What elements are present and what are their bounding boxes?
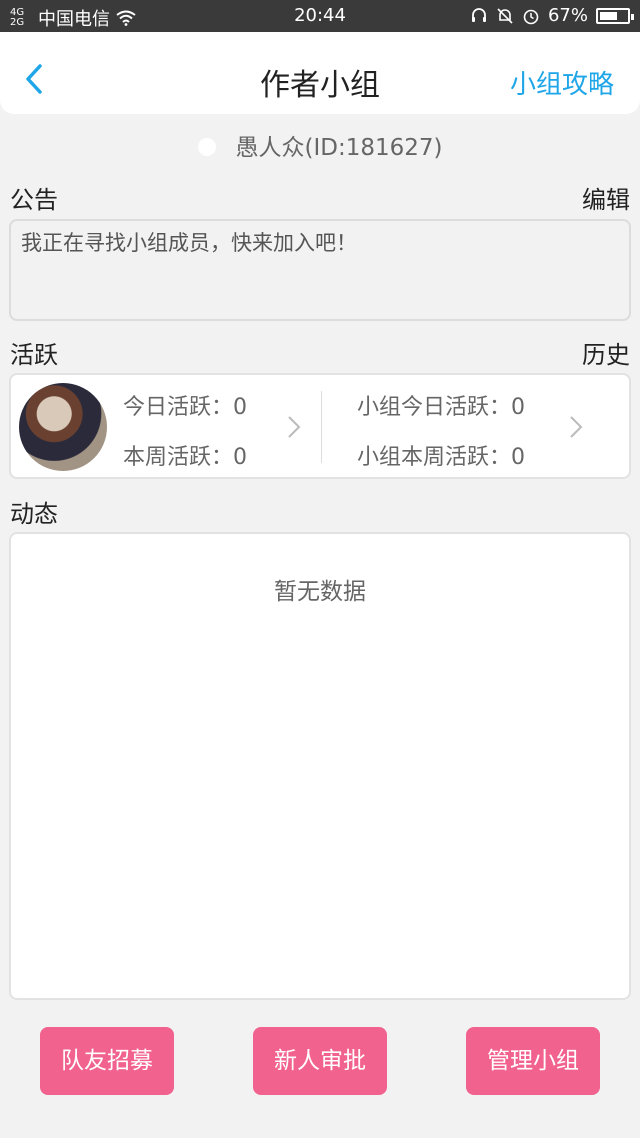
group-guide-link[interactable]: 小组攻略	[510, 64, 614, 101]
owner-name: 愚人众(ID:181627)	[235, 135, 443, 161]
notice-text: 我正在寻找小组成员，快来加入吧！	[9, 219, 631, 321]
history-button[interactable]: 历史	[582, 335, 630, 370]
activity-label: 活跃	[10, 341, 58, 369]
today-activity: 今日活跃：0	[123, 395, 247, 420]
chevron-right-icon[interactable]	[569, 415, 583, 439]
avatar	[19, 383, 107, 471]
divider	[321, 391, 322, 463]
empty-state-text: 暂无数据	[274, 579, 366, 605]
group-owner: 愚人众(ID:181627)	[0, 128, 640, 162]
battery-percent: 67%	[547, 5, 588, 26]
feed-label: 动态	[10, 500, 58, 528]
group-icon	[197, 137, 216, 156]
alarm-icon	[523, 9, 539, 24]
battery-level	[600, 11, 618, 20]
notice-label: 公告	[10, 186, 58, 214]
nav-header: 作者小组 小组攻略	[0, 32, 640, 114]
edit-notice-button[interactable]: 编辑	[582, 180, 630, 215]
week-activity: 本周活跃：0	[123, 445, 247, 470]
chevron-right-icon[interactable]	[287, 415, 301, 439]
approve-button[interactable]: 新人审批	[253, 1027, 387, 1095]
battery-icon	[596, 7, 634, 24]
mute-bell-icon	[497, 7, 513, 24]
recruit-button[interactable]: 队友招募	[40, 1027, 174, 1095]
group-week-activity: 小组本周活跃：0	[357, 445, 525, 470]
status-bar: 4G 2G 中国电信 20:44 67%	[0, 0, 640, 32]
status-right: 67%	[470, 5, 634, 26]
manage-group-button[interactable]: 管理小组	[466, 1027, 600, 1095]
feed-list: 暂无数据	[9, 532, 631, 1000]
headset-icon	[471, 7, 486, 22]
group-today-activity: 小组今日活跃：0	[357, 395, 525, 420]
activity-card: 今日活跃：0 本周活跃：0 小组今日活跃：0 小组本周活跃：0	[9, 373, 631, 479]
